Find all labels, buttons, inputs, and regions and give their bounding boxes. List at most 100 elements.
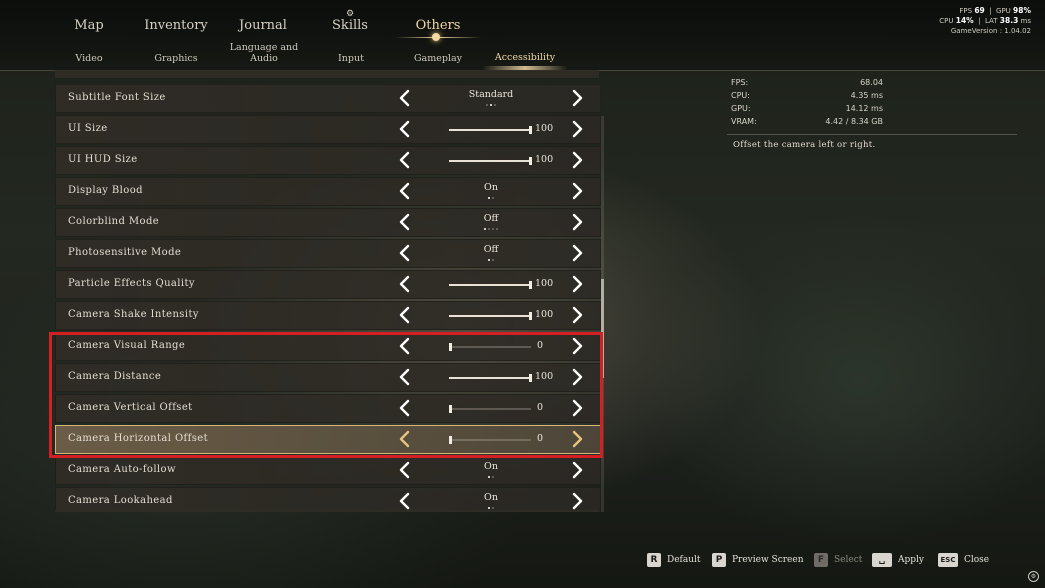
slider-fill [449,160,531,162]
option-dot [492,196,494,199]
chevron-left-icon[interactable] [396,459,414,481]
slider-track[interactable] [449,126,532,134]
hud-lat-value: 38.3 [999,16,1019,25]
chevron-right-icon[interactable] [568,87,586,109]
tab-inventory[interactable]: Inventory [131,18,221,33]
choice-value: Off [483,213,499,224]
choice-value: Off [483,244,499,255]
choice-value: On [484,461,498,472]
slider-fill [449,315,531,317]
hud-cpu-label: CPU [939,17,954,25]
setting-label: Photosensitive Mode [68,247,182,258]
setting-label: Colorblind Mode [68,216,160,227]
setting-label: Camera Auto-follow [68,464,176,475]
chevron-left-icon[interactable] [396,87,414,109]
chevron-left-icon[interactable] [396,211,414,233]
setting-row[interactable]: Photosensitive Mode Off [55,239,601,268]
chevron-right-icon[interactable] [568,304,586,326]
setting-row[interactable]: Particle Effects Quality 100 [55,270,601,299]
tab-skills[interactable]: Skills [305,18,395,33]
top-nav-bar: Map Inventory Journal ⚙ Skills Others Vi… [0,0,1045,71]
chevron-right-icon[interactable] [568,149,586,171]
slider-knob[interactable] [529,281,532,289]
setting-row[interactable]: Display Blood On [55,177,601,206]
slider-track[interactable] [449,157,532,165]
subtab-accessibility[interactable]: Accessibility [485,52,565,63]
setting-description: Offset the camera left or right. [733,140,876,150]
apply-button[interactable]: ␣ Apply [872,553,924,567]
subtab-language-audio[interactable]: Language and Audio [224,42,304,64]
setting-label: Camera Shake Intensity [68,309,199,320]
slider-fill [449,284,531,286]
slider-track[interactable] [449,281,532,289]
subtab-input[interactable]: Input [311,53,391,64]
list-row-partial-top [55,70,599,78]
hud-game-version-label: GameVersion [950,27,998,35]
chevron-left-icon[interactable] [396,273,414,295]
option-dot [486,103,488,106]
tab-others[interactable]: Others [393,18,483,33]
setting-row[interactable]: UI Size 100 [55,115,601,144]
slider-knob[interactable] [529,157,532,165]
option-dot [484,227,486,230]
hud-gpu-value: 98 [1013,6,1024,15]
chevron-left-icon[interactable] [396,180,414,202]
chevron-right-icon[interactable] [568,490,586,512]
option-dots [450,226,532,232]
apply-label: Apply [898,555,924,565]
slider-knob[interactable] [529,312,532,320]
key-space-icon: ␣ [872,553,892,567]
option-dot [490,103,492,106]
choice-value: On [484,492,498,503]
chevron-left-icon[interactable] [396,304,414,326]
perf-value: 4.42 / 8.34 GB [825,117,883,126]
choice-value: Standard [468,89,514,100]
perf-value: 68.04 [860,78,883,87]
subtab-gameplay[interactable]: Gameplay [398,53,478,64]
chevron-right-icon[interactable] [568,273,586,295]
select-button[interactable]: F Select [814,553,862,567]
close-button[interactable]: ESC Close [938,553,989,567]
chevron-right-icon[interactable] [568,211,586,233]
list-row-partial-bottom [55,510,599,512]
slider-knob[interactable] [529,126,532,134]
preview-screen-button[interactable]: P Preview Screen [712,553,804,567]
hud-fps-label: FPS [959,7,973,15]
setting-row[interactable]: Camera Lookahead On [55,487,601,512]
chevron-right-icon[interactable] [568,180,586,202]
slider-track[interactable] [449,312,532,320]
option-dot [492,258,494,261]
setting-row[interactable]: Colorblind Mode Off [55,208,601,237]
setting-label: Display Blood [68,185,143,196]
chevron-left-icon[interactable] [396,242,414,264]
settings-corner-icon: ⚙ [1028,571,1039,582]
option-dot [488,258,490,261]
chevron-left-icon[interactable] [396,149,414,171]
perf-label: VRAM: [731,117,757,126]
chevron-right-icon[interactable] [568,459,586,481]
chevron-right-icon[interactable] [568,118,586,140]
option-dot [492,227,494,230]
setting-row[interactable]: Camera Shake Intensity 100 [55,301,601,330]
slider-value: 100 [535,278,554,289]
default-label: Default [667,555,701,565]
tab-map[interactable]: Map [44,18,134,33]
perf-label: FPS: [731,78,749,87]
subtab-graphics[interactable]: Graphics [136,53,216,64]
tab-journal[interactable]: Journal [218,18,308,33]
subtab-video[interactable]: Video [49,53,129,64]
setting-row[interactable]: UI HUD Size 100 [55,146,601,175]
setting-row[interactable]: Subtitle Font Size Standard [55,84,601,113]
chevron-left-icon[interactable] [396,490,414,512]
option-dot [492,475,494,478]
setting-row[interactable]: Camera Auto-follow On [55,456,601,485]
default-button[interactable]: R Default [647,553,701,567]
chevron-right-icon[interactable] [568,242,586,264]
key-r-icon: R [647,553,661,567]
perf-value: 14.12 ms [845,104,883,113]
chevron-left-icon[interactable] [396,118,414,140]
option-dots [450,195,532,201]
option-dot [494,103,496,106]
setting-label: Camera Lookahead [68,495,173,506]
setting-label: UI HUD Size [68,154,138,165]
